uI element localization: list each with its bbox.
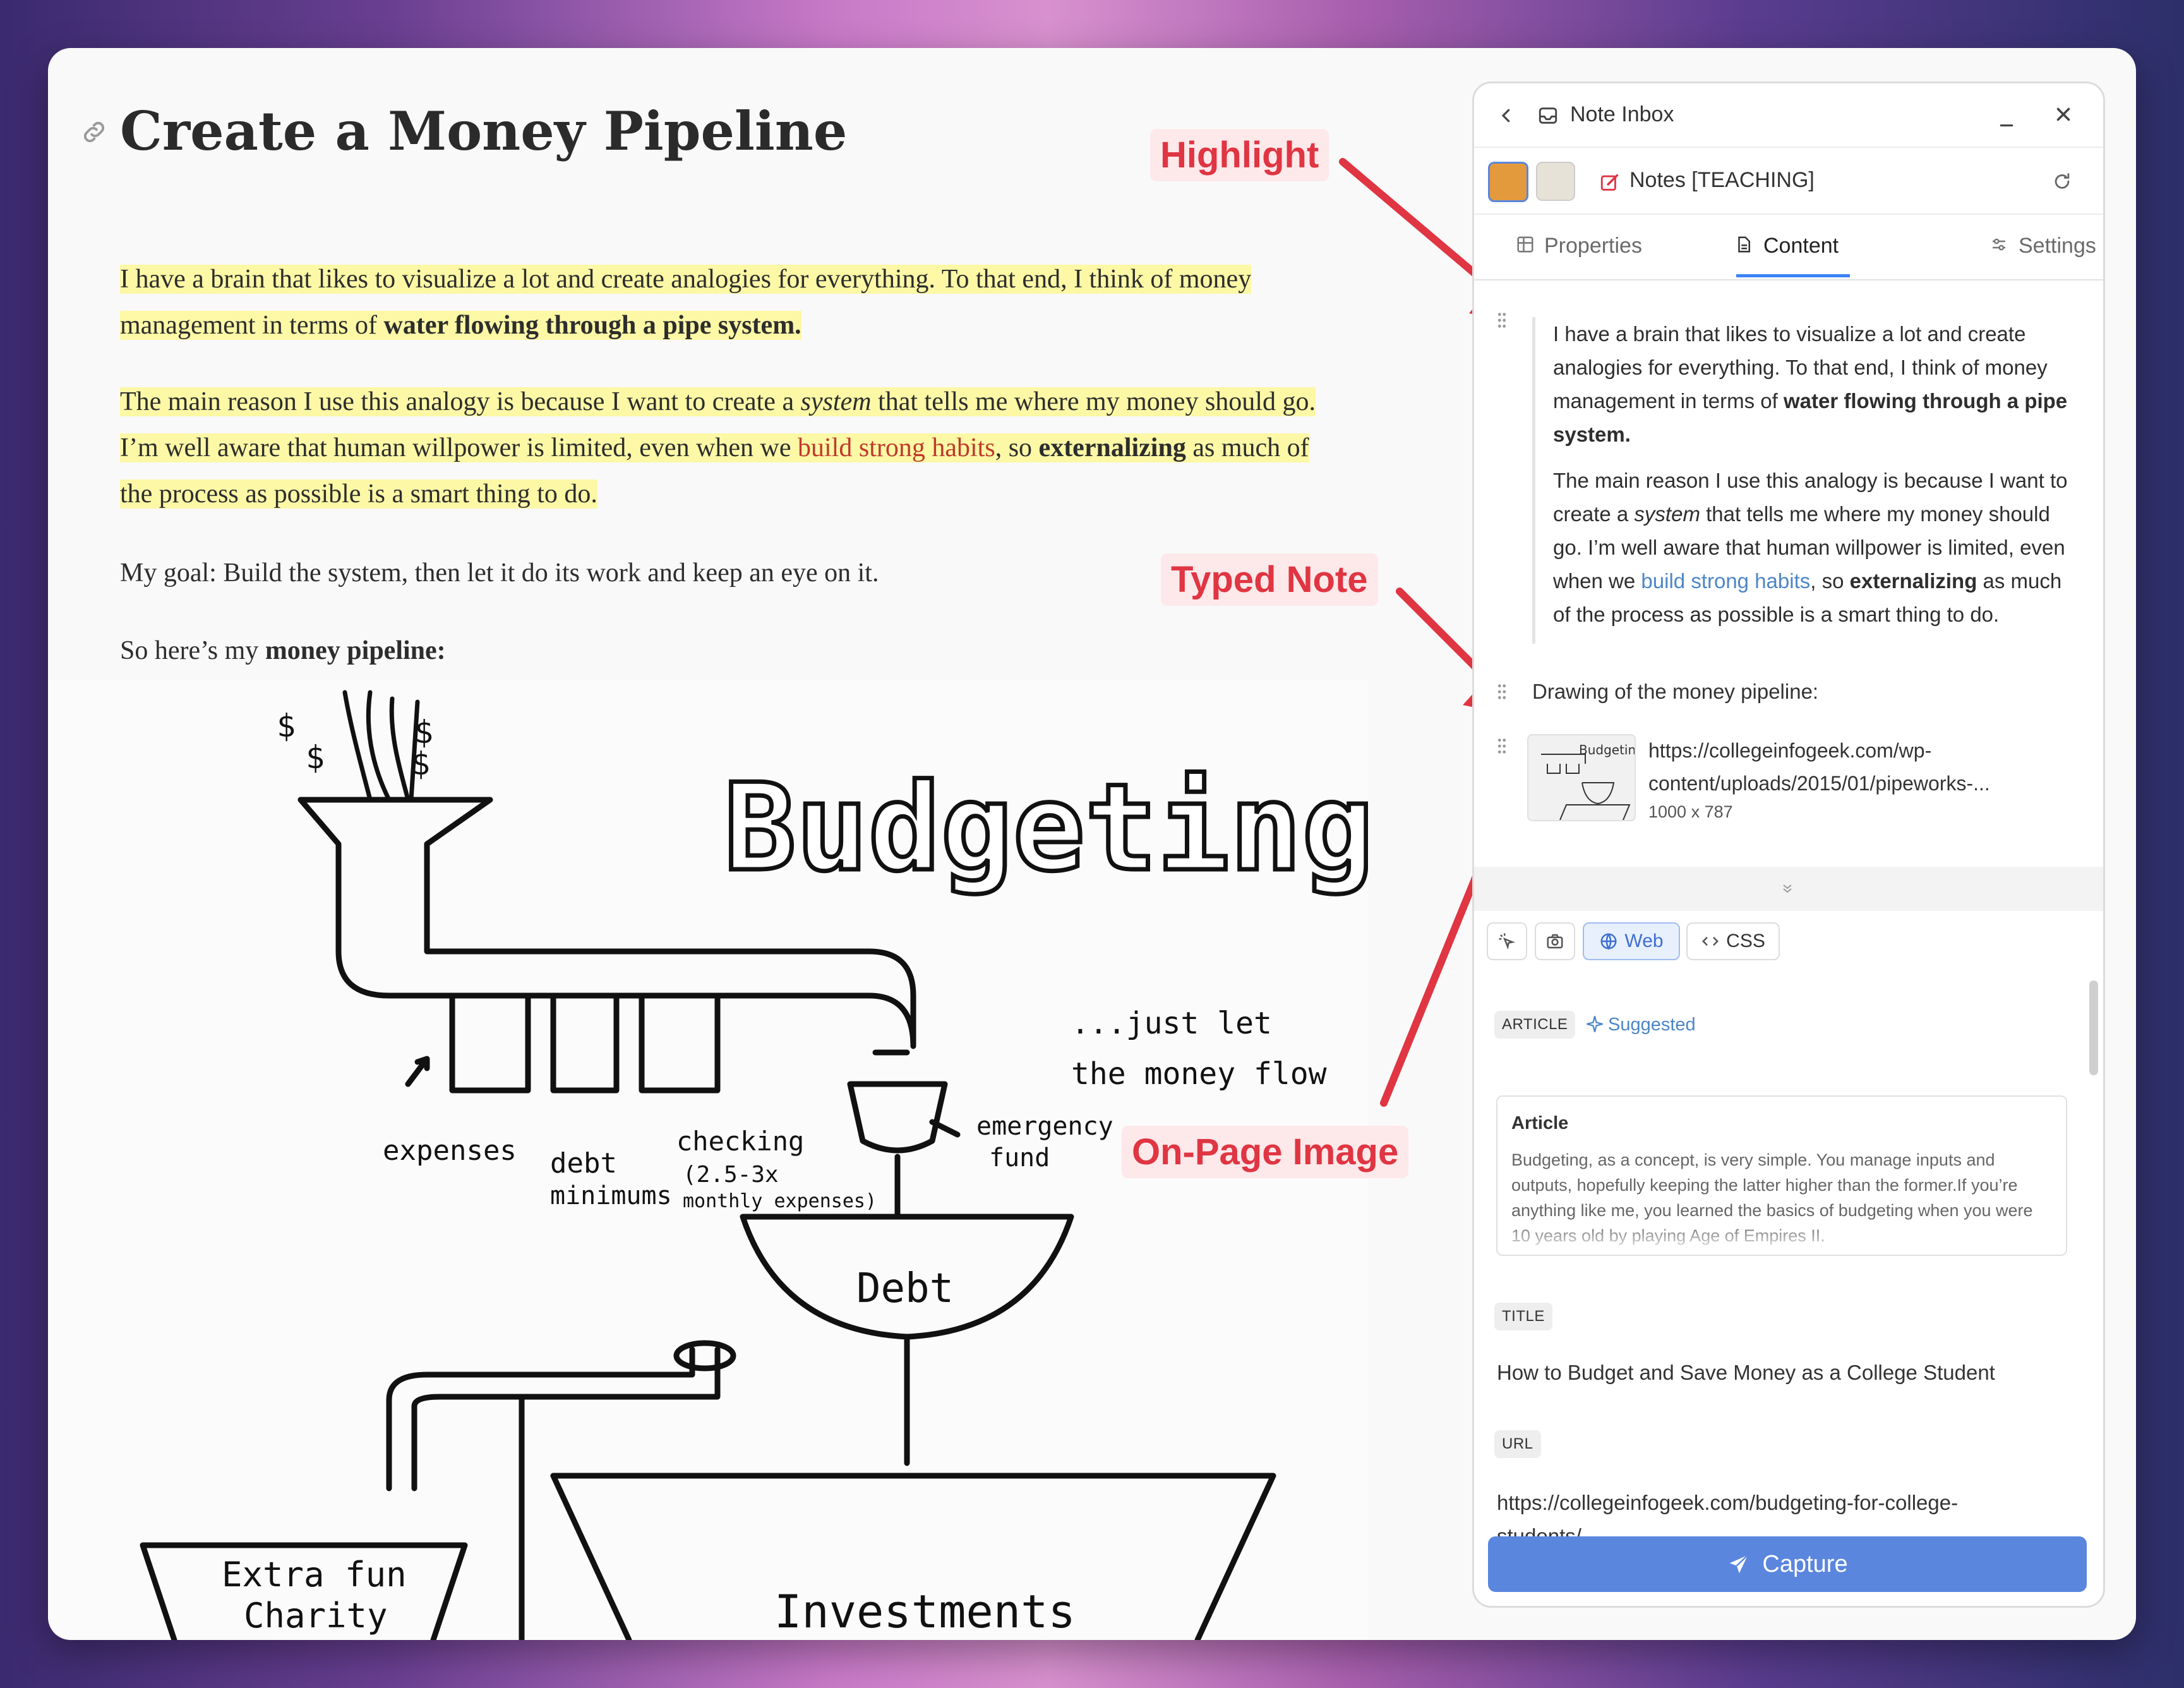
note-inbox-panel: Note Inbox Notes [TEACHING] Properties C… <box>1472 81 2105 1608</box>
css-mode-button[interactable]: CSS <box>1686 922 1780 960</box>
tab-properties[interactable]: Properties <box>1544 234 1642 258</box>
drag-handle-icon[interactable] <box>1497 684 1507 700</box>
article-card-heading: Article <box>1511 1113 1569 1133</box>
title-tag: TITLE <box>1494 1303 1552 1330</box>
back-chevron-icon[interactable] <box>1497 106 1516 125</box>
globe-icon <box>1600 933 1617 950</box>
title-value[interactable]: How to Budget and Save Money as a Colleg… <box>1497 1361 1995 1385</box>
panel-header: Note Inbox <box>1474 83 2103 148</box>
typed-note-block[interactable]: Drawing of the money pipeline: <box>1532 680 1818 704</box>
drag-handle-icon[interactable] <box>1497 312 1507 329</box>
highlight-quote-block[interactable]: I have a brain that likes to visualize a… <box>1532 317 2084 644</box>
suggested-label[interactable]: Suggested <box>1608 1015 1696 1035</box>
send-icon <box>1730 1554 1749 1574</box>
drag-handle-icon[interactable] <box>1497 738 1507 754</box>
image-url[interactable]: https://collegeinfogeek.com/wp-content/u… <box>1648 734 1990 800</box>
sliders-icon <box>1993 238 2005 251</box>
svg-text:Budgeting: Budgeting <box>1579 742 1635 757</box>
image-dimensions: 1000 x 787 <box>1648 802 1733 821</box>
refresh-icon[interactable] <box>2051 171 2073 192</box>
web-mode-button[interactable]: Web <box>1583 922 1680 960</box>
notes-destination[interactable]: Notes [TEACHING] <box>1629 168 1815 193</box>
image-thumbnail[interactable]: Budgeting <box>1527 734 1644 821</box>
panel-title: Note Inbox <box>1570 102 1674 126</box>
tab-settings[interactable]: Settings <box>2019 234 2096 258</box>
screenshot-button[interactable] <box>1535 922 1575 960</box>
active-tab-indicator <box>1736 274 1850 277</box>
section-divider[interactable] <box>1474 867 2103 911</box>
avatar-sketch[interactable] <box>1536 162 1575 201</box>
article-content-card[interactable]: Article Budgeting, as a concept, is very… <box>1496 1095 2067 1256</box>
camera-icon <box>1547 934 1563 949</box>
code-icon <box>1702 936 1719 946</box>
edit-note-icon <box>1600 174 1619 191</box>
chevron-down-icon[interactable] <box>1780 881 1795 896</box>
panel-scrollbar[interactable] <box>2089 980 2098 1075</box>
select-element-button[interactable] <box>1487 922 1527 960</box>
quote-paragraph-2: The main reason I use this analogy is be… <box>1553 469 2068 626</box>
sparkle-icon <box>1587 1016 1603 1032</box>
avatar-orange[interactable] <box>1488 162 1528 202</box>
note-target-row: Notes [TEACHING] <box>1474 147 2103 215</box>
cursor-click-icon <box>1499 933 1516 950</box>
table-icon <box>1517 236 1533 253</box>
browser-window: Create a Money Pipeline I have a brain t… <box>48 48 2136 1640</box>
capture-button[interactable]: Capture <box>1488 1536 2087 1592</box>
article-tag: ARTICLE <box>1494 1011 1576 1039</box>
document-icon <box>1738 236 1750 253</box>
url-tag: URL <box>1494 1430 1541 1458</box>
close-icon[interactable] <box>2053 104 2074 125</box>
quote-paragraph-1: I have a brain that likes to visualize a… <box>1553 322 2068 446</box>
quote-habits-link[interactable]: build strong habits <box>1641 569 1810 593</box>
minimize-icon[interactable] <box>1997 111 2016 130</box>
inbox-icon <box>1539 107 1557 124</box>
tab-content[interactable]: Content <box>1763 234 1839 258</box>
